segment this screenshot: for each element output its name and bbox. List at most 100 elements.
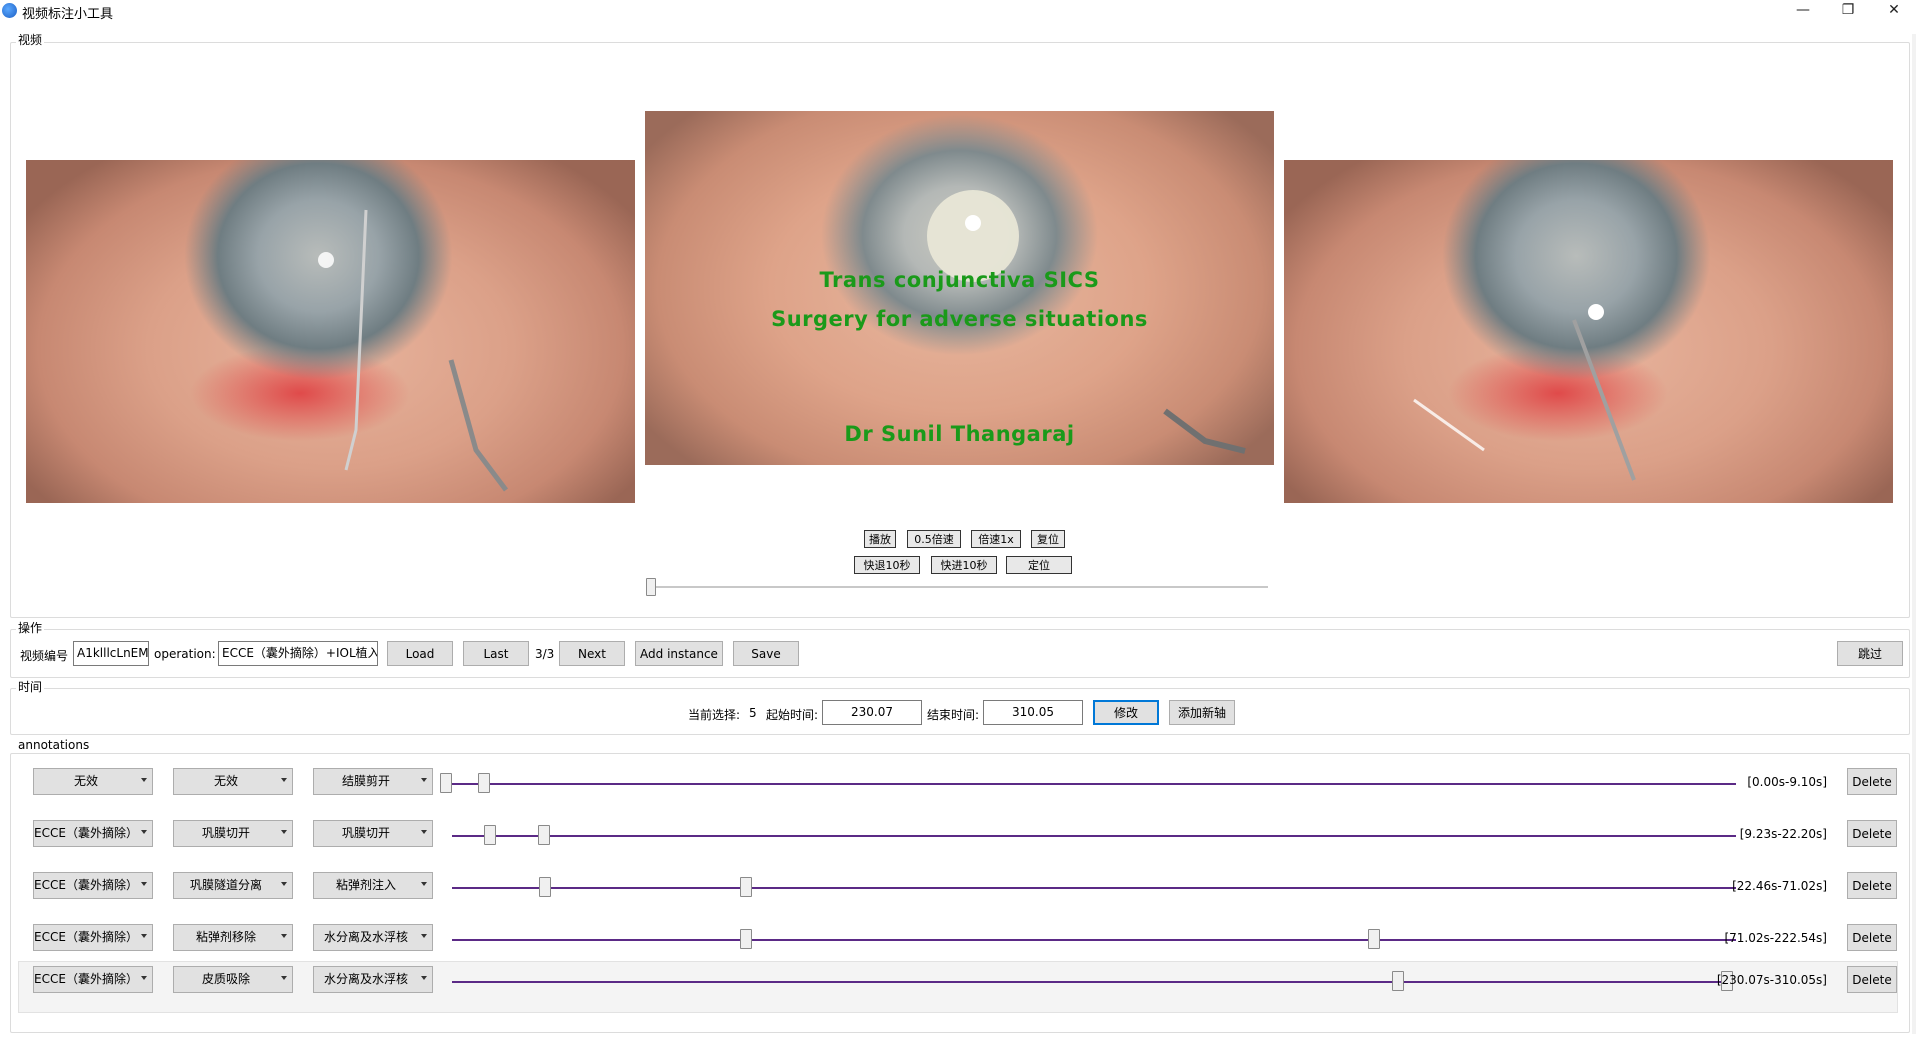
video-frame-right [1284, 160, 1893, 503]
step-combo[interactable]: 水分离及水浮核 [313, 966, 433, 993]
ops-group-label: 操作 [16, 621, 45, 635]
step-combo-value: 结膜剪开 [341, 774, 390, 788]
add-axis-button[interactable]: 添加新轴 [1169, 700, 1235, 725]
start-handle[interactable] [484, 825, 496, 845]
phase-combo[interactable]: 粘弹剂移除 [173, 924, 293, 951]
video-id-input[interactable]: A1klllcLnEM [73, 641, 149, 666]
load-button[interactable]: Load [387, 641, 453, 666]
start-handle[interactable] [740, 929, 752, 949]
step-combo-value: 水分离及水浮核 [323, 930, 408, 944]
video-frame-left [26, 160, 635, 503]
rewind-10s-button[interactable]: 快退10秒 [854, 556, 920, 574]
delete-button[interactable]: Delete [1847, 768, 1897, 795]
phase-combo-value: 巩膜隧道分离 [189, 878, 262, 892]
operation-input[interactable]: ECCE（囊外摘除）+IOL植入 [218, 641, 378, 666]
phase-combo[interactable]: 皮质吸除 [173, 966, 293, 993]
step-combo[interactable]: 巩膜切开 [313, 820, 433, 847]
annotation-track[interactable] [452, 981, 1727, 983]
start-time-input[interactable]: 230.07 [822, 700, 922, 725]
video-progress-handle[interactable] [646, 578, 656, 596]
chevron-down-icon [141, 830, 147, 834]
chevron-down-icon [421, 934, 427, 938]
step-combo-value: 巩膜切开 [341, 826, 390, 840]
video-id-label: 视频编号 [20, 649, 69, 663]
delete-button[interactable]: Delete [1847, 820, 1897, 847]
end-handle[interactable] [1368, 929, 1380, 949]
locate-button[interactable]: 定位 [1006, 556, 1072, 574]
chevron-down-icon [281, 830, 287, 834]
end-handle[interactable] [478, 773, 490, 793]
annotation-track[interactable] [446, 783, 1736, 785]
chevron-down-icon [421, 882, 427, 886]
play-button[interactable]: 播放 [864, 530, 896, 548]
overlay-title-line2: Surgery for adverse situations [771, 307, 1148, 331]
step-combo[interactable]: 水分离及水浮核 [313, 924, 433, 951]
window-edge [1912, 34, 1916, 1034]
start-time-label: 起始时间: [766, 708, 819, 722]
chevron-down-icon [141, 934, 147, 938]
video-frame-center: Trans conjunctiva SICS Surgery for adver… [645, 111, 1274, 465]
chevron-down-icon [141, 976, 147, 980]
phase-combo[interactable]: 巩膜隧道分离 [173, 872, 293, 899]
category-combo[interactable]: ECCE（囊外摘除） [33, 872, 153, 899]
time-range-label: [9.23s-22.20s] [1739, 827, 1827, 841]
next-button[interactable]: Next [559, 641, 625, 666]
video-group-label: 视频 [16, 33, 45, 47]
instrument-left [318, 209, 508, 492]
skip-button[interactable]: 跳过 [1837, 641, 1903, 666]
annotations-group-label: annotations [16, 738, 92, 752]
annotation-track[interactable] [452, 887, 1736, 889]
annotation-row-selected-bg [18, 961, 1898, 1013]
video-progress-track[interactable] [646, 586, 1268, 588]
start-handle[interactable] [539, 877, 551, 897]
save-button[interactable]: Save [733, 641, 799, 666]
chevron-down-icon [421, 778, 427, 782]
end-handle[interactable] [740, 877, 752, 897]
category-combo[interactable]: ECCE（囊外摘除） [33, 820, 153, 847]
minimize-button[interactable]: — [1781, 0, 1825, 22]
end-time-input[interactable]: 310.05 [983, 700, 1083, 725]
phase-combo-value: 巩膜切开 [201, 826, 250, 840]
close-button[interactable]: ✕ [1872, 0, 1916, 22]
category-combo[interactable]: ECCE（囊外摘除） [33, 966, 153, 993]
instrument-right [1413, 304, 1636, 481]
last-button[interactable]: Last [463, 641, 529, 666]
end-time-label: 结束时间: [927, 708, 980, 722]
add-instance-button[interactable]: Add instance [635, 641, 723, 666]
step-combo[interactable]: 粘弹剂注入 [313, 872, 433, 899]
time-range-label: [22.46s-71.02s] [1732, 879, 1827, 893]
step-combo[interactable]: 结膜剪开 [313, 768, 433, 795]
restore-button[interactable]: ❐ [1826, 0, 1870, 22]
chevron-down-icon [421, 830, 427, 834]
forward-10s-button[interactable]: 快进10秒 [931, 556, 997, 574]
half-speed-button[interactable]: 0.5倍速 [907, 530, 961, 548]
delete-button[interactable]: Delete [1847, 924, 1897, 951]
time-range-label: [230.07s-310.05s] [1716, 973, 1827, 987]
time-range-label: [71.02s-222.54s] [1724, 931, 1827, 945]
phase-combo[interactable]: 无效 [173, 768, 293, 795]
annotation-track[interactable] [452, 835, 1736, 837]
step-combo-value: 水分离及水浮核 [323, 972, 408, 986]
current-selection-value: 5 [749, 706, 757, 720]
start-handle[interactable] [440, 773, 452, 793]
chevron-down-icon [141, 778, 147, 782]
window-title: 视频标注小工具 [22, 7, 114, 22]
reset-button[interactable]: 复位 [1031, 530, 1065, 548]
annotation-track[interactable] [452, 939, 1736, 941]
category-combo-value: ECCE（囊外摘除） [34, 930, 138, 944]
category-combo[interactable]: ECCE（囊外摘除） [33, 924, 153, 951]
delete-button[interactable]: Delete [1847, 966, 1897, 993]
modify-button[interactable]: 修改 [1093, 700, 1159, 725]
step-combo-value: 粘弹剂注入 [335, 878, 396, 892]
delete-button[interactable]: Delete [1847, 872, 1897, 899]
category-combo[interactable]: 无效 [33, 768, 153, 795]
phase-combo[interactable]: 巩膜切开 [173, 820, 293, 847]
speed-1x-button[interactable]: 倍速1x [971, 530, 1021, 548]
end-handle[interactable] [538, 825, 550, 845]
chevron-down-icon [421, 976, 427, 980]
category-combo-value: ECCE（囊外摘除） [34, 972, 138, 986]
chevron-down-icon [281, 976, 287, 980]
app-icon [2, 3, 17, 18]
start-handle[interactable] [1392, 971, 1404, 991]
page-indicator: 3/3 [535, 647, 555, 661]
